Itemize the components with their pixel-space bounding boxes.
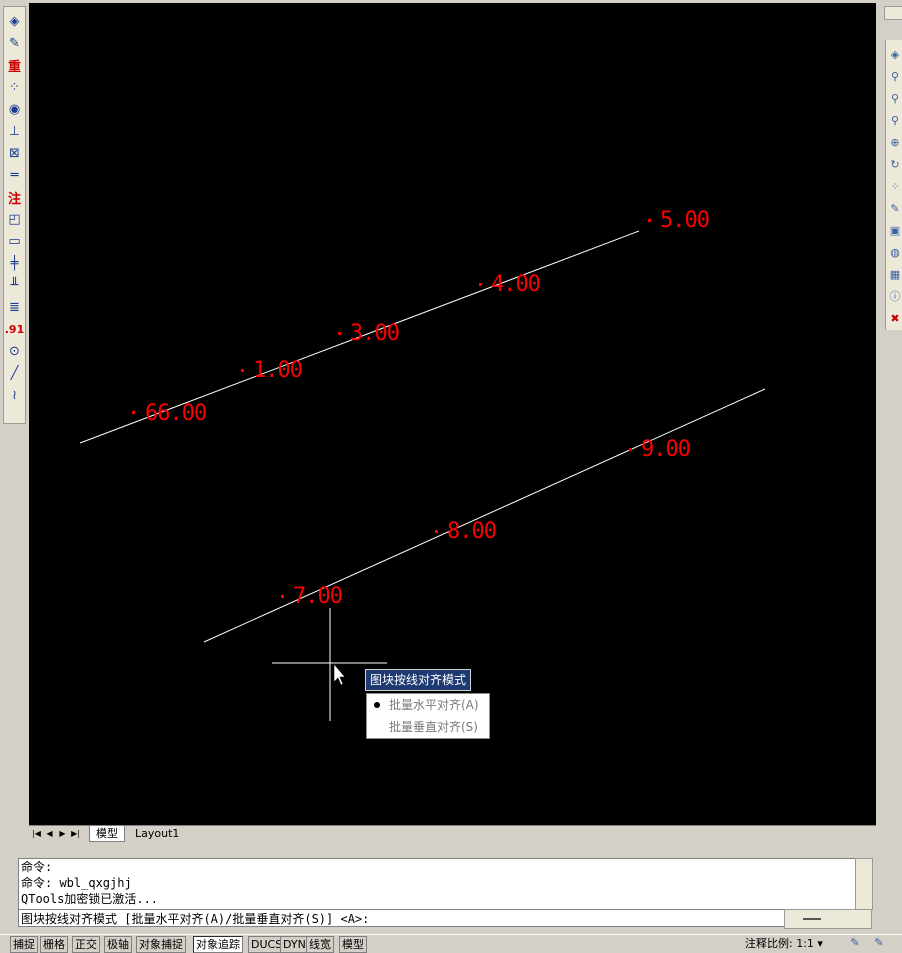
status-toggle-7[interactable]: DYN xyxy=(280,936,309,953)
layer-tool-icon[interactable]: ◈ xyxy=(5,11,24,31)
zoom-icon[interactable]: ⚲ xyxy=(887,66,902,86)
left-toolbar: ◈ ✎ 重 ⁘ ◉ ⊥ ⊠ ═ 注 ◰ ▭ ╪ ╨ ≣ .91 ⊙ ╱ ≀ xyxy=(3,6,26,424)
value-label-3: 3.00 xyxy=(350,321,400,346)
status-toggle-2[interactable]: 正交 xyxy=(72,936,100,953)
option-menu: 批量水平对齐(A) 批量垂直对齐(S) xyxy=(366,693,490,739)
grid-snap-icon[interactable]: ⁘ xyxy=(5,77,24,97)
command-resize-handle[interactable] xyxy=(784,909,872,929)
decimal-icon[interactable]: .91 xyxy=(5,319,25,339)
command-line: QTools加密锁已激活... xyxy=(21,892,159,906)
point-5 xyxy=(648,219,651,222)
table-icon[interactable]: ≣ xyxy=(5,297,24,317)
ruler-icon[interactable]: ═ xyxy=(5,165,24,185)
dynamic-input-tooltip: 图块按线对齐模式 xyxy=(365,669,472,691)
selected-bullet-icon xyxy=(374,702,380,708)
next-tab-icon[interactable]: ▶ xyxy=(58,828,67,839)
right-toolbar-grip[interactable] xyxy=(884,6,902,20)
info-icon[interactable]: ⓘ xyxy=(887,286,902,306)
lower-line[interactable] xyxy=(203,388,766,643)
menu-item-horizontal-align[interactable]: 批量水平对齐(A) xyxy=(367,694,489,716)
command-line: 命令: xyxy=(21,860,53,874)
value-label-4: 4.00 xyxy=(491,272,541,297)
command-history: 命令: 命令: wbl_qxgjhj QTools加密锁已激活... xyxy=(18,858,856,910)
annotation-scale-value: 1:1 xyxy=(796,937,814,950)
object-icon[interactable]: ◍ xyxy=(887,242,902,262)
rectangle-corner-icon[interactable]: ◰ xyxy=(5,209,24,229)
circle-target-icon[interactable]: ⊙ xyxy=(5,341,24,361)
command-line: 命令: wbl_qxgjhj xyxy=(21,876,132,890)
measure-icon[interactable]: ⊠ xyxy=(5,143,24,163)
command-prompt[interactable]: 图块按线对齐模式 [批量水平对齐(A)/批量垂直对齐(S)] <A>: xyxy=(18,909,854,927)
right-toolbar: ◈ ⚲ ⚲ ⚲ ⊕ ↻ ⁘ ✎ ▣ ◍ ▦ ⓘ ✖ xyxy=(885,40,902,330)
chevron-down-icon: ▾ xyxy=(817,937,823,950)
matrix-icon[interactable]: ▦ xyxy=(887,264,902,284)
point-4 xyxy=(479,283,482,286)
command-scrollbar[interactable] xyxy=(855,858,873,910)
point-3 xyxy=(338,332,341,335)
point-8 xyxy=(435,530,438,533)
last-tab-icon[interactable]: ▶| xyxy=(71,828,80,839)
point-9 xyxy=(629,448,632,451)
comb-icon[interactable]: ╨ xyxy=(5,275,24,295)
point-7 xyxy=(281,595,284,598)
status-toggle-1[interactable]: 栅格 xyxy=(40,936,68,953)
menu-item-label: 批量水平对齐(A) xyxy=(389,698,479,712)
annotation-scale[interactable]: 注释比例: 1:1 ▾ xyxy=(745,936,823,951)
point-markers xyxy=(132,219,651,598)
camera-icon[interactable]: ◉ xyxy=(5,99,24,119)
first-tab-icon[interactable]: |◀ xyxy=(32,828,41,839)
line-icon[interactable]: ╱ xyxy=(5,363,24,383)
menu-item-label: 批量垂直对齐(S) xyxy=(389,720,478,734)
text-zhong-icon[interactable]: 重 xyxy=(5,55,24,75)
layout-tab-bar: |◀ ◀ ▶ ▶| 模型 Layout1 xyxy=(29,825,876,842)
value-label-8: 8.00 xyxy=(447,519,497,544)
value-label-5: 5.00 xyxy=(660,208,710,233)
point-1 xyxy=(241,369,244,372)
value-label-66: 66.00 xyxy=(145,401,207,426)
minus-icon xyxy=(803,918,821,920)
auto-scale-icon[interactable]: ✎ xyxy=(872,936,886,950)
drawing-canvas[interactable]: 66.00 1.00 3.00 4.00 5.00 7.00 8.00 9.00… xyxy=(29,3,876,825)
layers-icon[interactable]: ◈ xyxy=(887,44,902,64)
arrow-cursor-icon xyxy=(333,663,346,686)
status-toggle-3[interactable]: 极轴 xyxy=(104,936,132,953)
text-zhu-icon[interactable]: 注 xyxy=(5,187,24,207)
tab-model[interactable]: 模型 xyxy=(89,826,125,842)
dots-grid-icon[interactable]: ⁘ xyxy=(887,176,902,196)
zoom-window-icon[interactable]: ⚲ xyxy=(887,88,902,108)
status-toggle-4[interactable]: 对象捕捉 xyxy=(136,936,186,953)
value-label-1: 1.00 xyxy=(253,358,303,383)
status-toggle-0[interactable]: 捕捉 xyxy=(10,936,38,953)
tab-layout1[interactable]: Layout1 xyxy=(129,826,185,841)
point-66 xyxy=(132,411,135,414)
edit-tool-icon[interactable]: ✎ xyxy=(5,33,24,53)
status-toggle-5[interactable]: 对象追踪 xyxy=(193,936,243,953)
status-toggle-8[interactable]: 线宽 xyxy=(306,936,334,953)
dimension-icon[interactable]: ⊥ xyxy=(5,121,24,141)
annotation-scale-label: 注释比例: xyxy=(745,937,793,950)
menu-item-vertical-align[interactable]: 批量垂直对齐(S) xyxy=(367,716,489,738)
zoom-prev-icon[interactable]: ⚲ xyxy=(887,110,902,130)
prev-tab-icon[interactable]: ◀ xyxy=(45,828,54,839)
block-icon[interactable]: ▣ xyxy=(887,220,902,240)
properties-icon[interactable]: ✎ xyxy=(887,198,902,218)
zoom-in-icon[interactable]: ⊕ xyxy=(887,132,902,152)
value-label-7: 7.00 xyxy=(293,584,343,609)
annotation-visibility-icon[interactable]: ✎ xyxy=(848,936,862,950)
delete-icon[interactable]: ✖ xyxy=(887,308,902,328)
rectangle-icon[interactable]: ▭ xyxy=(5,231,24,251)
value-label-9: 9.00 xyxy=(641,437,691,462)
orbit-icon[interactable]: ↻ xyxy=(887,154,902,174)
status-bar: 注释比例: 1:1 ▾ ✎ ✎ 捕捉 栅格 正交 极轴 对象捕捉 对象追踪 DUCS DYN 线… xyxy=(0,934,902,953)
bar-icon[interactable]: ╪ xyxy=(5,253,24,273)
wave-icon[interactable]: ≀ xyxy=(5,385,24,405)
status-toggle-9[interactable]: 模型 xyxy=(339,936,367,953)
